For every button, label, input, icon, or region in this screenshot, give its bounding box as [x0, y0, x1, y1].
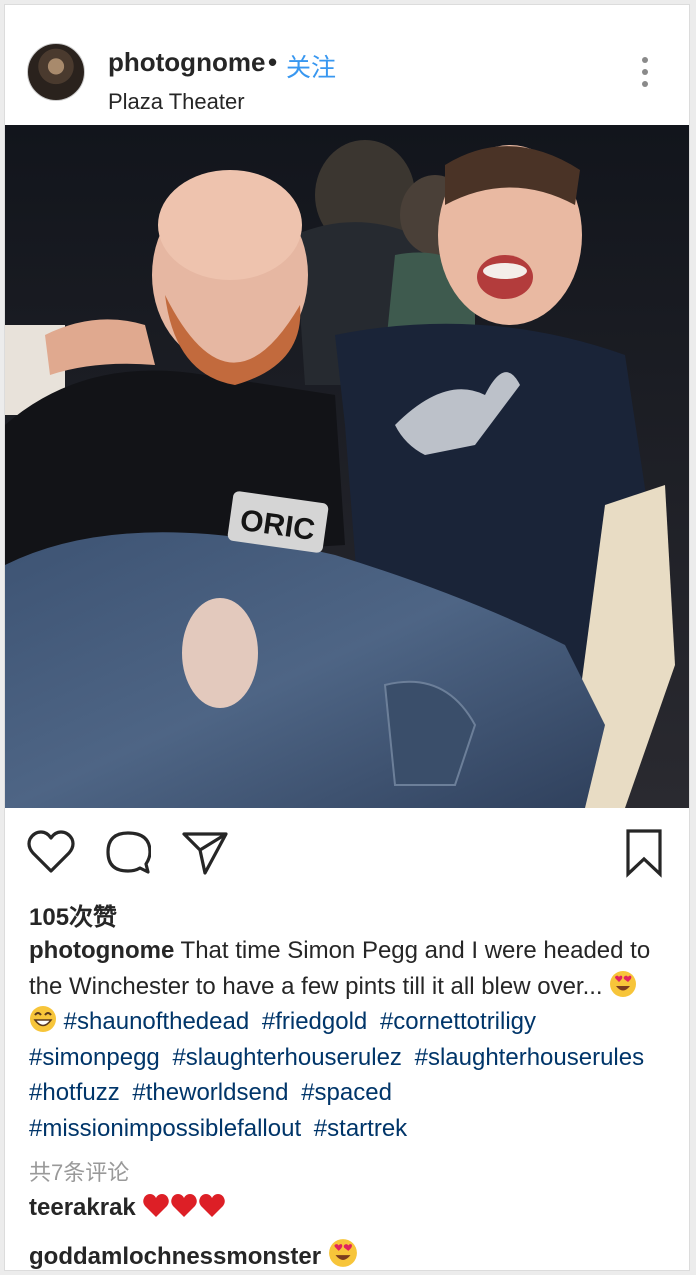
hashtag-link[interactable]: #theworldsend [132, 1079, 288, 1106]
hashtag-link[interactable]: #spaced [301, 1079, 392, 1106]
post-location[interactable]: Plaza Theater [108, 89, 245, 115]
post-header: photognome • 关注 Plaza Theater [5, 5, 689, 123]
like-count[interactable]: 105次赞 [29, 897, 117, 932]
heart-eyes-emoji [610, 970, 637, 997]
comment-username[interactable]: teerakrak [29, 1194, 136, 1221]
caption-username[interactable]: photognome [29, 937, 174, 964]
comment-icon[interactable] [105, 830, 151, 876]
hashtag-link[interactable]: #slaughterhouserules [415, 1044, 645, 1071]
hashtag-link[interactable]: #simonpegg [29, 1044, 160, 1071]
hashtag-link[interactable]: #cornettotriligy [380, 1008, 536, 1035]
post-card: photognome • 关注 Plaza Theater ORIC 105次赞… [4, 4, 690, 1271]
separator-dot: • [268, 47, 278, 77]
follow-button[interactable]: 关注 [286, 48, 336, 84]
comment-username[interactable]: goddamlochnessmonster [29, 1243, 321, 1270]
hashtag-link[interactable]: #slaughterhouserulez [172, 1044, 402, 1071]
more-vertical-icon[interactable] [635, 57, 655, 93]
hashtag-link[interactable]: #hotfuzz [29, 1079, 120, 1106]
hashtag-link[interactable]: #startrek [314, 1115, 407, 1142]
avatar[interactable] [27, 43, 85, 101]
comment-item: goddamlochnessmonster [29, 1238, 358, 1270]
heart-eyes-emoji [328, 1239, 357, 1267]
red-heart-icon [143, 1194, 170, 1217]
grinning-emoji [30, 1006, 56, 1032]
red-heart-icon [199, 1194, 226, 1217]
hashtag-link[interactable]: #shaunofthedead [64, 1008, 250, 1035]
send-icon[interactable] [181, 830, 229, 876]
action-bar [5, 808, 689, 890]
post-username[interactable]: photognome [108, 47, 265, 78]
hashtag-link[interactable]: #missionimpossiblefallout [29, 1115, 301, 1142]
view-comments-link[interactable]: 共7条评论 [29, 1155, 129, 1187]
bookmark-icon[interactable] [625, 828, 663, 878]
hashtag-link[interactable]: #friedgold [262, 1008, 367, 1035]
post-photo[interactable]: ORIC [5, 125, 689, 808]
post-caption: photognome That time Simon Pegg and I we… [29, 933, 669, 1146]
comment-item: teerakrak [29, 1193, 226, 1222]
hashtag-list: #shaunofthedead #friedgold #cornettotril… [29, 1008, 650, 1142]
heart-icon[interactable] [27, 830, 75, 874]
red-heart-icon [171, 1194, 198, 1217]
